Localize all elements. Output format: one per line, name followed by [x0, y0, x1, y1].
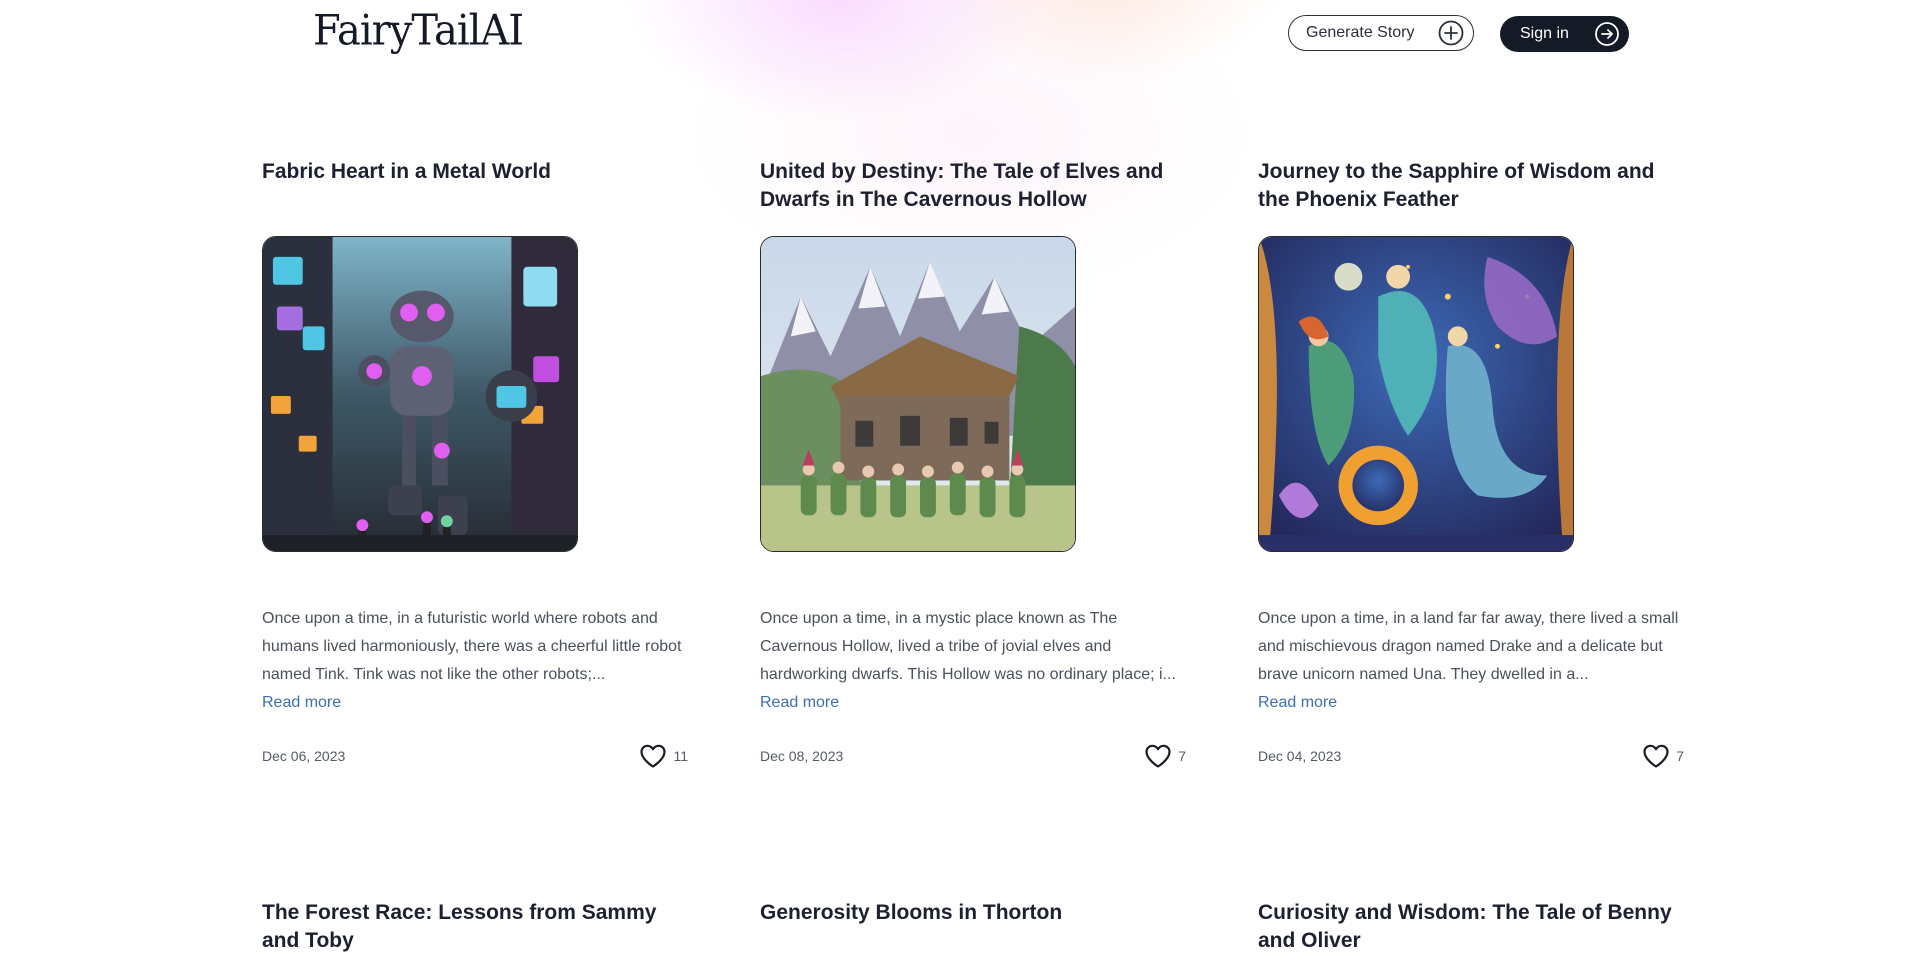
story-card: Curiosity and Wisdom: The Tale of Benny …: [1258, 899, 1684, 955]
read-more-link[interactable]: Read more: [262, 689, 688, 717]
story-date: Dec 04, 2023: [1258, 748, 1342, 764]
story-card: United by Destiny: The Tale of Elves and…: [760, 158, 1186, 770]
sign-in-button[interactable]: Sign in: [1500, 16, 1629, 52]
like-control[interactable]: 7: [1642, 743, 1684, 769]
like-count: 7: [1676, 748, 1684, 764]
story-excerpt: Once upon a time, in a land far far away…: [1258, 610, 1679, 683]
like-control[interactable]: 11: [639, 743, 688, 769]
story-image-robot[interactable]: [262, 236, 578, 552]
story-title[interactable]: Fabric Heart in a Metal World: [262, 158, 688, 214]
story-excerpt: Once upon a time, in a futuristic world …: [262, 610, 682, 683]
story-title[interactable]: The Forest Race: Lessons from Sammy and …: [262, 899, 688, 955]
read-more-link[interactable]: Read more: [760, 689, 1186, 717]
site-logo[interactable]: FairyTailAI: [313, 7, 524, 55]
story-title[interactable]: Journey to the Sapphire of Wisdom and th…: [1258, 158, 1684, 214]
heart-icon[interactable]: [1144, 743, 1172, 769]
story-card: Generosity Blooms in Thorton: [760, 899, 1186, 955]
plus-circle-icon: [1438, 20, 1464, 46]
heart-icon[interactable]: [639, 743, 667, 769]
story-title[interactable]: United by Destiny: The Tale of Elves and…: [760, 158, 1186, 214]
story-title[interactable]: Generosity Blooms in Thorton: [760, 899, 1186, 955]
like-control[interactable]: 7: [1144, 743, 1186, 769]
story-card: Journey to the Sapphire of Wisdom and th…: [1258, 158, 1684, 770]
heart-icon[interactable]: [1642, 743, 1670, 769]
story-image-mermaids[interactable]: [1258, 236, 1574, 552]
story-card: Fabric Heart in a Metal World Once upon …: [262, 158, 688, 770]
story-image-elves-dwarfs[interactable]: [760, 236, 1076, 552]
like-count: 11: [673, 748, 688, 764]
sign-in-label: Sign in: [1520, 25, 1569, 42]
story-excerpt: Once upon a time, in a mystic place know…: [760, 610, 1176, 683]
story-date: Dec 06, 2023: [262, 748, 346, 764]
like-count: 7: [1178, 748, 1186, 764]
story-date: Dec 08, 2023: [760, 748, 844, 764]
story-title[interactable]: Curiosity and Wisdom: The Tale of Benny …: [1258, 899, 1684, 955]
read-more-link[interactable]: Read more: [1258, 689, 1684, 717]
generate-story-button[interactable]: Generate Story: [1288, 15, 1474, 51]
generate-story-label: Generate Story: [1306, 24, 1415, 41]
arrow-right-circle-icon: [1594, 21, 1620, 47]
story-card: The Forest Race: Lessons from Sammy and …: [262, 899, 688, 955]
